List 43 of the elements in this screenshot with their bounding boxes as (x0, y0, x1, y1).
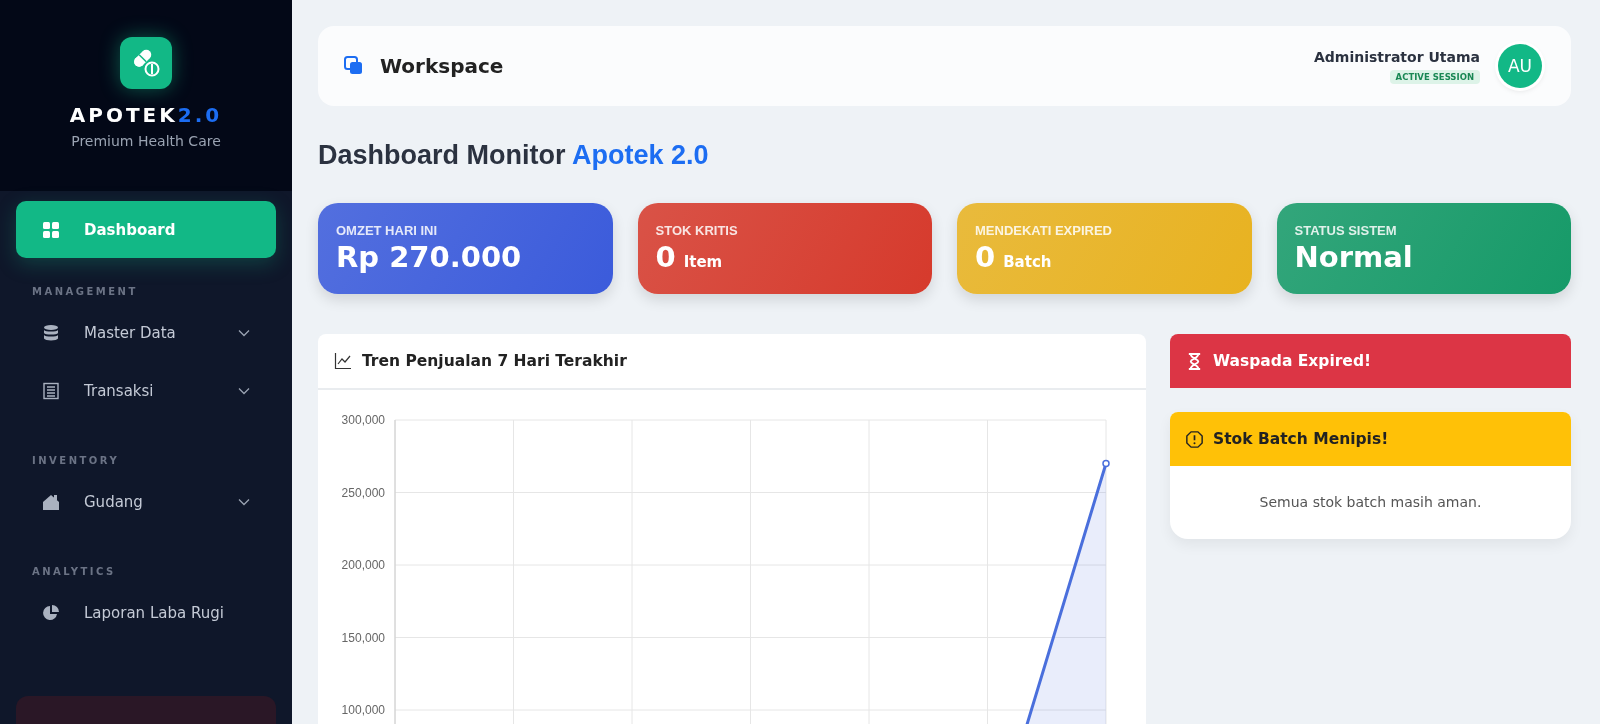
hourglass-icon (1186, 352, 1203, 370)
stat-label: OMZET HARI INI (336, 223, 439, 238)
pie-chart-icon (42, 604, 60, 622)
alert-icon (1186, 430, 1203, 448)
stat-label: STATUS SISTEM (1294, 223, 1398, 238)
data-point (1102, 459, 1110, 468)
house-icon (42, 493, 60, 511)
line-chart-icon (334, 352, 352, 370)
y-axis-label: 150,000 (341, 630, 385, 645)
y-axis-label: 300,000 (341, 413, 385, 427)
nav-item[interactable]: Laporan Laba Rugi (16, 591, 276, 635)
nav-section-title: MANAGEMENT (32, 286, 139, 297)
nav-section-title: ANALYTICS (32, 566, 117, 577)
y-axis-label: 250,000 (341, 485, 385, 500)
y-axis-label: 200,000 (341, 558, 385, 572)
stat-unit: Item (683, 253, 723, 271)
pills-logo-icon (120, 37, 172, 89)
database-icon (42, 324, 60, 342)
stat-label: STOK KRITIS (655, 223, 739, 238)
alert-message: Semua stok batch masih aman. (1259, 494, 1482, 510)
page-title: Dashboard Monitor Apotek 2.0 (318, 140, 710, 171)
stat-value: Normal (1294, 240, 1413, 274)
session-badge: ACTIVE SESSION (1389, 69, 1480, 84)
stat-value: 0 (975, 240, 996, 274)
nav-item[interactable]: Transaksi (16, 369, 276, 413)
nav-item[interactable]: Master Data (16, 311, 276, 355)
grid-icon (42, 220, 60, 239)
brand-tagline: Premium Health Care (71, 133, 221, 149)
alert-title: Waspada Expired! (1213, 352, 1372, 370)
brand-name: APOTEK2.0 (69, 103, 223, 127)
workspace-title: Workspace (380, 54, 504, 78)
user-name: Administrator Utama (1313, 48, 1480, 65)
y-axis-label: 100,000 (341, 703, 385, 717)
stat-label: MENDEKATI EXPIRED (975, 223, 1113, 238)
document-icon (42, 382, 60, 400)
overlapping-squares-icon (344, 56, 364, 76)
nav-section-title: INVENTORY (32, 455, 121, 466)
chart-title: Tren Penjualan 7 Hari Terakhir (362, 352, 627, 370)
stat-value: 0 (655, 240, 676, 274)
nav-item[interactable]: Gudang (16, 480, 276, 524)
alert-title: Stok Batch Menipis! (1213, 430, 1389, 448)
stat-unit: Batch (1003, 253, 1052, 271)
stat-value: Rp 270.000 (336, 240, 522, 274)
